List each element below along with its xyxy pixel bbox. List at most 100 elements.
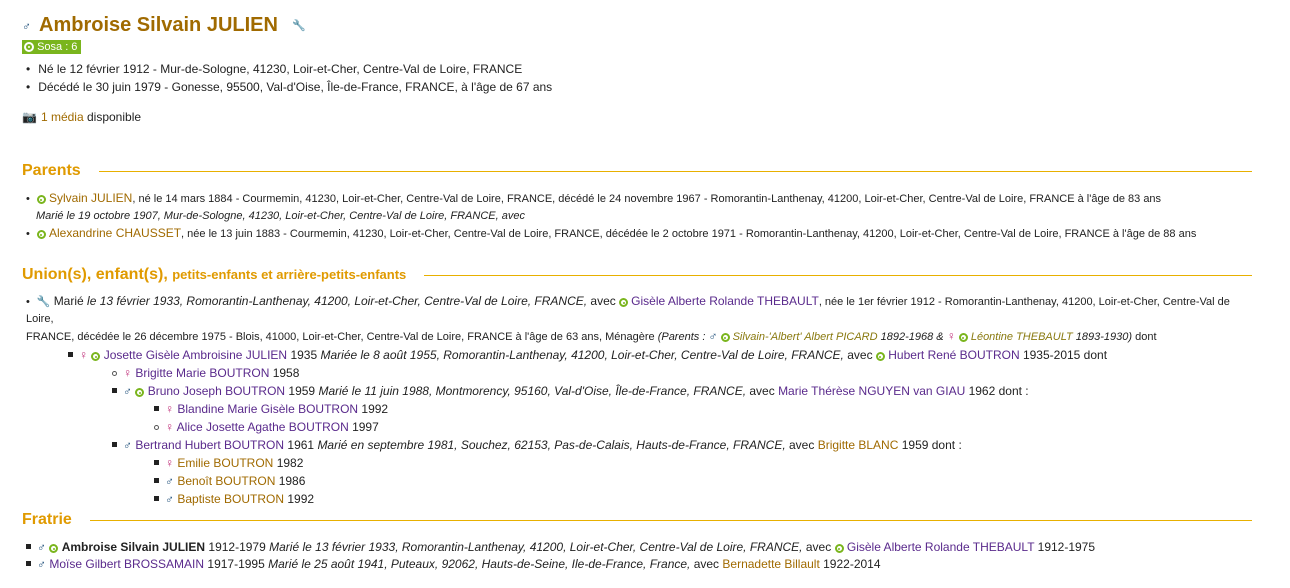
media-link[interactable]: 1 média xyxy=(41,110,84,124)
male-icon: ♂ xyxy=(123,384,132,398)
great-grandchild-item: ♂ Benoît BOUTRON 1986 xyxy=(26,473,1256,490)
child-link[interactable]: Josette Gisèle Ambroisine JULIEN xyxy=(104,348,287,362)
section-fratrie: Fratrie xyxy=(22,511,1252,529)
female-icon: ♀ xyxy=(123,366,132,380)
grandchild-year: 1961 xyxy=(284,438,318,452)
male-icon: ♂ xyxy=(37,557,46,571)
section-unions-title: Union(s), enfant(s), petits-enfants et a… xyxy=(22,266,407,283)
union-label: Marié xyxy=(53,294,84,308)
bullet-square xyxy=(26,561,31,566)
mother-info: , née le 13 juin 1883 - Courmemin, 41230… xyxy=(181,228,1197,240)
great-grandchild-year: 1997 xyxy=(348,420,379,434)
male-icon: ♂ xyxy=(22,18,31,33)
bullet-square xyxy=(154,496,159,501)
grandchild-item: ♂ Bruno Joseph BOUTRON 1959 Marié le 11 … xyxy=(26,383,1256,400)
great-grandchild-link[interactable]: Benoît BOUTRON xyxy=(177,474,275,488)
bullet-circle xyxy=(112,371,117,376)
sibling-spouse-years: 1922-2014 xyxy=(819,557,881,571)
sibling-spouse-years: 1912-1975 xyxy=(1034,540,1096,554)
grandchild-spouse-year: 1962 dont : xyxy=(965,384,1029,398)
avec-text: avec xyxy=(843,348,876,362)
grandchild-item: ♀ Brigitte Marie BOUTRON 1958 xyxy=(26,365,1256,382)
avec-text: avec xyxy=(802,540,835,554)
grandchild-link[interactable]: Bertrand Hubert BOUTRON xyxy=(135,438,284,452)
spouse-mother-link[interactable]: Léontine THEBAULT xyxy=(971,331,1073,343)
mother-link[interactable]: Alexandrine CHAUSSET xyxy=(49,226,181,240)
bullet-circle xyxy=(154,425,159,430)
grandchild-spouse-link[interactable]: Brigitte BLANC xyxy=(818,438,899,452)
parent-father: Sylvain JULIEN, né le 14 mars 1884 - Cou… xyxy=(26,190,1196,208)
parents-block: Sylvain JULIEN, né le 14 mars 1884 - Cou… xyxy=(26,190,1196,243)
fratrie-block: ♂ Ambroise Silvain JULIEN 1912-1979 Mari… xyxy=(26,539,1095,573)
sibling-years: 1917-1995 xyxy=(204,557,269,571)
person-header: ♂ Ambroise Silvain JULIEN 🔧 Sosa : 6 Né … xyxy=(22,14,552,96)
bullet-square xyxy=(154,478,159,483)
female-icon: ♀ xyxy=(165,402,174,416)
sosa-icon xyxy=(875,352,885,361)
sibling-marriage: Marié le 13 février 1933, Romorantin-Lan… xyxy=(269,540,803,554)
grandchild-marriage: Marié en septembre 1981, Souchez, 62153,… xyxy=(317,438,786,452)
spouse-father-link[interactable]: Silvain-'Albert' Albert PICARD xyxy=(733,331,878,343)
sosa-icon xyxy=(958,333,968,342)
grandchild-spouse-year: 1959 dont : xyxy=(898,438,962,452)
sibling-spouse-link[interactable]: Bernadette Billault xyxy=(722,557,819,571)
great-grandchild-link[interactable]: Alice Josette Agathe BOUTRON xyxy=(177,420,349,434)
child-spouse-years: 1935-2015 dont xyxy=(1019,348,1108,362)
female-icon: ♀ xyxy=(165,420,174,434)
female-icon: ♀ xyxy=(946,329,956,343)
avec-text: avec xyxy=(746,384,779,398)
sosa-icon xyxy=(36,195,46,204)
sosa-icon xyxy=(91,352,101,361)
section-parents: Parents xyxy=(22,162,1252,180)
bullet-square xyxy=(68,352,73,357)
sosa-icon xyxy=(24,42,34,52)
wrench-icon[interactable]: 🔧 xyxy=(37,296,51,308)
grandchild-spouse-link[interactable]: Marie Thérèse NGUYEN van GIAU xyxy=(778,384,965,398)
sibling-link[interactable]: Moïse Gilbert BROSSAMAIN xyxy=(49,557,204,571)
divider xyxy=(98,170,1252,172)
great-grandchild-link[interactable]: Baptiste BOUTRON xyxy=(177,492,284,506)
male-icon: ♂ xyxy=(123,438,132,452)
sibling-self: Ambroise Silvain JULIEN xyxy=(61,540,206,554)
divider xyxy=(424,274,1252,276)
father-link[interactable]: Sylvain JULIEN xyxy=(49,191,132,205)
great-grandchild-year: 1982 xyxy=(273,456,304,470)
sosa-icon xyxy=(834,544,844,553)
sibling-item: ♂ Ambroise Silvain JULIEN 1912-1979 Mari… xyxy=(26,539,1095,556)
great-grandchild-link[interactable]: Emilie BOUTRON xyxy=(177,456,273,470)
section-parents-title: Parents xyxy=(22,162,81,179)
bullet-square xyxy=(112,388,117,393)
death-fact: Décédé le 30 juin 1979 - Gonesse, 95500,… xyxy=(22,78,552,96)
child-year: 1935 xyxy=(287,348,321,362)
union-item: 🔧 Marié le 13 février 1933, Romorantin-L… xyxy=(26,293,1256,346)
male-icon: ♂ xyxy=(165,492,174,506)
spouse-mother-years: 1893-1930) xyxy=(1072,331,1133,343)
parents-label: (Parents : xyxy=(657,331,709,343)
grandchild-link[interactable]: Brigitte Marie BOUTRON xyxy=(135,366,269,380)
parent-mother: Alexandrine CHAUSSET, née le 13 juin 188… xyxy=(26,225,1196,243)
spouse-father-years: 1892-1968 & xyxy=(877,331,947,343)
child-marriage: Mariée le 8 août 1955, Romorantin-Lanthe… xyxy=(320,348,844,362)
sibling-marriage: Marié le 25 août 1941, Puteaux, 92062, H… xyxy=(268,557,691,571)
grandchild-link[interactable]: Bruno Joseph BOUTRON xyxy=(148,384,285,398)
spouse-info-2: FRANCE, décédée le 26 décembre 1975 - Bl… xyxy=(26,331,658,343)
sosa-icon xyxy=(36,230,46,239)
sosa-icon xyxy=(619,298,629,307)
bullet-square xyxy=(26,544,31,549)
great-grandchild-item: ♂ Baptiste BOUTRON 1992 xyxy=(26,491,1256,508)
great-grandchild-year: 1986 xyxy=(275,474,306,488)
child-item: ♀ Josette Gisèle Ambroisine JULIEN 1935 … xyxy=(26,347,1256,364)
great-grandchild-year: 1992 xyxy=(284,492,315,506)
section-fratrie-title: Fratrie xyxy=(22,511,72,528)
spouse-link[interactable]: Gisèle Alberte Rolande THEBAULT xyxy=(631,294,819,308)
sibling-spouse-link[interactable]: Gisèle Alberte Rolande THEBAULT xyxy=(847,540,1034,554)
bullet-square xyxy=(112,442,117,447)
great-grandchild-link[interactable]: Blandine Marie Gisèle BOUTRON xyxy=(177,402,358,416)
sibling-item: ♂ Moïse Gilbert BROSSAMAIN 1917-1995 Mar… xyxy=(26,556,1095,573)
wrench-icon[interactable]: 🔧 xyxy=(292,19,306,32)
person-facts: Né le 12 février 1912 - Mur-de-Sologne, … xyxy=(22,60,552,96)
great-grandchild-year: 1992 xyxy=(358,402,389,416)
unions-block: 🔧 Marié le 13 février 1933, Romorantin-L… xyxy=(26,293,1256,508)
child-spouse-link[interactable]: Hubert René BOUTRON xyxy=(888,348,1019,362)
parents-marriage-text: Marié le 19 octobre 1907, Mur-de-Sologne… xyxy=(36,210,525,222)
